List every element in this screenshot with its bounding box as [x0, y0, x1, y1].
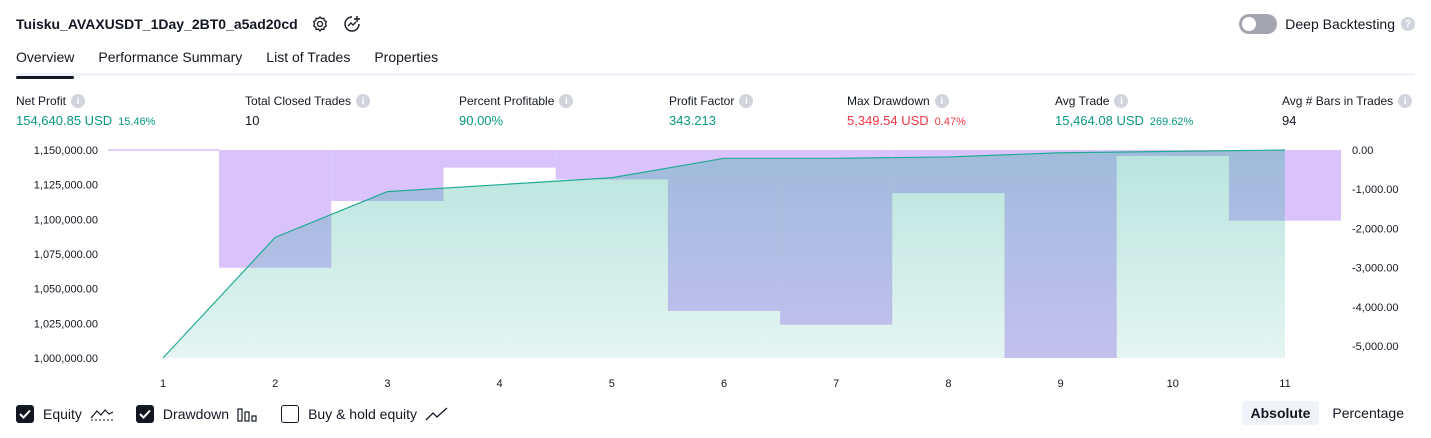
strategy-name[interactable]: Tuisku_AVAXUSDT_1Day_2BT0_a5ad20cd [16, 16, 298, 32]
drawdown-bar-4 [443, 150, 556, 168]
y-right-tick: -3,000.00 [1352, 263, 1398, 275]
legend-buy-hold[interactable]: Buy & hold equity [281, 405, 449, 423]
absolute-button[interactable]: Absolute [1241, 401, 1320, 425]
x-tick: 2 [272, 378, 278, 390]
info-icon[interactable]: i [1398, 94, 1413, 108]
mode-switch: Absolute Percentage [1238, 401, 1414, 425]
report-header: Tuisku_AVAXUSDT_1Day_2BT0_a5ad20cd Deep … [16, 12, 1415, 36]
metric-percent-profitable: Percent Profitable i 90.00% [459, 93, 574, 128]
y-left-tick: 1,150,000.00 [34, 145, 98, 157]
equity-drawdown-chart[interactable]: 1,150,000.00 1,125,000.00 1,100,000.00 1,07… [0, 140, 1431, 395]
metric-label: Total Closed Trades [245, 94, 352, 108]
x-tick: 1 [160, 378, 166, 390]
y-left-tick: 1,025,000.00 [34, 318, 98, 330]
info-icon[interactable]: i [356, 94, 371, 108]
metric-value: 15,464.08 USD [1055, 113, 1144, 128]
deep-backtesting-label: Deep Backtesting [1285, 16, 1395, 32]
x-tick: 7 [833, 378, 839, 390]
metric-max-drawdown: Max Drawdown i 5,349.54 USD 0.47% [847, 93, 966, 128]
report-tabs: Overview Performance Summary List of Tra… [16, 44, 1415, 79]
metric-label: Max Drawdown [847, 94, 930, 108]
buy-hold-checkbox[interactable] [281, 405, 300, 423]
legend-drawdown[interactable]: Drawdown [135, 405, 259, 423]
deep-backtesting-control: Deep Backtesting ? [1239, 12, 1415, 36]
deep-backtesting-toggle[interactable] [1239, 14, 1278, 34]
drawdown-icon [237, 408, 257, 422]
x-tick: 9 [1058, 378, 1064, 390]
right-axis: 0.00 -1,000.00 -2,000.00 -3,000.00 -4,000.00… [1352, 145, 1398, 353]
tab-list-of-trades[interactable]: List of Trades [266, 44, 350, 76]
tab-properties[interactable]: Properties [374, 44, 438, 76]
metric-percent: 269.62% [1149, 116, 1194, 128]
metric-avg-trade: Avg Trade i 15,464.08 USD 269.62% [1055, 93, 1193, 128]
legend-equity[interactable]: Equity [16, 405, 114, 423]
metric-value: 94 [1282, 113, 1297, 128]
metric-percent: 15.46% [118, 116, 156, 128]
metric-profit-factor: Profit Factor i 343.213 [669, 93, 754, 128]
info-icon[interactable]: i [934, 94, 949, 108]
left-axis: 1,150,000.00 1,125,000.00 1,100,000.00 1,07… [34, 145, 98, 365]
y-left-tick: 1,100,000.00 [34, 214, 98, 226]
y-left-tick: 1,000,000.00 [34, 353, 98, 365]
toggle-knob [1242, 17, 1257, 31]
metric-value: 10 [245, 113, 260, 128]
add-to-chart-icon[interactable] [342, 14, 362, 34]
x-tick: 8 [945, 378, 951, 390]
metric-value: 343.213 [669, 113, 716, 128]
info-icon[interactable]: i [739, 94, 754, 108]
metric-percent: 0.47% [934, 116, 966, 128]
metric-label: Percent Profitable [459, 94, 555, 108]
y-left-tick: 1,125,000.00 [34, 180, 98, 192]
help-icon[interactable]: ? [1401, 17, 1415, 31]
metric-value: 5,349.54 USD [847, 113, 929, 128]
equity-checkbox[interactable] [16, 405, 34, 423]
x-tick: 11 [1279, 378, 1290, 390]
info-icon[interactable]: i [1114, 94, 1129, 108]
chart-legend: Equity Drawdown Buy & hold equity [16, 404, 471, 424]
metric-label: Net Profit [16, 94, 67, 108]
buy-hold-icon [425, 407, 448, 421]
metric-label: Avg # Bars in Trades [1282, 94, 1394, 108]
metric-label: Profit Factor [669, 94, 735, 108]
x-tick: 6 [721, 378, 727, 390]
metric-label: Avg Trade [1055, 94, 1110, 108]
x-tick: 10 [1167, 378, 1179, 390]
y-right-tick: -1,000.00 [1352, 184, 1398, 196]
y-right-tick: 0.00 [1352, 145, 1373, 157]
x-tick: 5 [609, 378, 615, 390]
legend-label: Drawdown [162, 406, 230, 422]
tab-performance-summary[interactable]: Performance Summary [98, 44, 242, 76]
metric-value: 90.00% [459, 113, 504, 128]
x-axis: 1 2 3 4 5 6 7 8 9 10 11 [160, 378, 1291, 390]
y-left-tick: 1,050,000.00 [34, 284, 98, 296]
metric-value: 154,640.85 USD [16, 113, 113, 128]
x-tick: 4 [497, 378, 503, 390]
settings-icon[interactable] [310, 14, 330, 34]
percentage-button[interactable]: Percentage [1323, 401, 1413, 425]
equity-icon [90, 409, 114, 421]
metric-net-profit: Net Profit i 154,640.85 USD 15.46% [16, 93, 155, 128]
legend-label: Buy & hold equity [308, 406, 418, 422]
x-tick: 3 [384, 378, 390, 390]
y-right-tick: -2,000.00 [1352, 223, 1398, 235]
y-left-tick: 1,075,000.00 [34, 249, 98, 261]
tab-overview[interactable]: Overview [16, 44, 75, 79]
legend-label: Equity [43, 406, 82, 422]
info-icon[interactable]: i [71, 94, 86, 108]
drawdown-checkbox[interactable] [135, 405, 154, 423]
y-right-tick: -5,000.00 [1352, 341, 1398, 353]
metric-avg-bars: Avg # Bars in Trades i 94 [1282, 93, 1413, 128]
info-icon[interactable]: i [559, 94, 574, 108]
y-right-tick: -4,000.00 [1352, 302, 1398, 314]
metric-total-closed-trades: Total Closed Trades i 10 [245, 93, 371, 128]
